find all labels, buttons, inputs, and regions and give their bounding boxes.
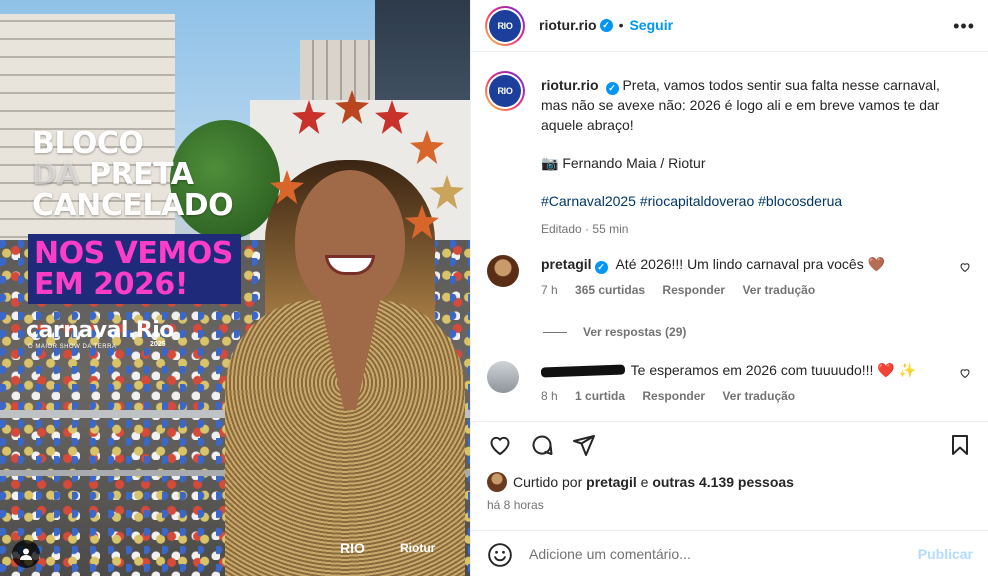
post-timestamp[interactable]: há 8 horas bbox=[487, 498, 544, 512]
verified-badge-icon: ✓ bbox=[594, 261, 608, 274]
caption-username[interactable]: riotur.rio bbox=[541, 77, 599, 93]
heart-icon[interactable] bbox=[487, 432, 513, 458]
post-panel: RIO riotur.rio ✓ • Seguir ••• RIO riotur… bbox=[470, 0, 988, 576]
comment-likes[interactable]: 365 curtidas bbox=[575, 283, 645, 297]
comment-avatar[interactable] bbox=[487, 255, 519, 287]
post-header: RIO riotur.rio ✓ • Seguir ••• bbox=[471, 0, 988, 52]
reply-button[interactable]: Responder bbox=[662, 283, 725, 297]
caption-avatar[interactable]: RIO bbox=[485, 71, 525, 111]
follow-button[interactable]: Seguir bbox=[629, 17, 673, 33]
verified-badge-icon: ✓ bbox=[605, 82, 619, 95]
leaf-crown bbox=[270, 90, 464, 239]
poster-title: BLOCO DA PRETA CANCELADO bbox=[32, 126, 234, 223]
reply-button[interactable]: Responder bbox=[642, 389, 705, 403]
prefeitura-rio-logo: RIO bbox=[340, 540, 365, 556]
comments-scroll[interactable]: RIO riotur.rio ✓ Preta, vamos todos senti… bbox=[471, 53, 988, 421]
liked-by-avatar bbox=[487, 472, 507, 492]
header-avatar[interactable]: RIO bbox=[485, 6, 525, 46]
caption-hashtags[interactable]: #Carnaval2025 #riocapitaldoverao #blocos… bbox=[541, 191, 961, 211]
header-separator: • bbox=[618, 17, 624, 33]
comment-like-icon[interactable] bbox=[959, 261, 971, 276]
carnaval-year: 2025 bbox=[150, 341, 166, 348]
more-horizontal-icon[interactable]: ••• bbox=[953, 16, 975, 37]
publish-button[interactable]: Publicar bbox=[918, 546, 973, 562]
redacted-username bbox=[540, 364, 626, 378]
liked-by-others[interactable]: outras 4.139 pessoas bbox=[652, 474, 794, 490]
liked-by[interactable]: Curtido por pretagil e outras 4.139 pess… bbox=[487, 472, 794, 492]
caption-text: Preta, vamos todos sentir sua falta ness… bbox=[541, 77, 940, 133]
send-icon[interactable] bbox=[571, 432, 597, 458]
action-bar bbox=[471, 421, 988, 467]
comment-like-icon[interactable] bbox=[959, 367, 971, 382]
comment-text: Até 2026!!! Um lindo carnaval pra vocês … bbox=[615, 256, 886, 272]
translate-button[interactable]: Ver tradução bbox=[722, 389, 795, 403]
comment-icon[interactable] bbox=[529, 432, 555, 458]
comment-meta: 7 h 365 curtidas Responder Ver tradução bbox=[541, 283, 816, 297]
caption-meta: Editado · 55 min bbox=[541, 222, 629, 236]
comment-username[interactable]: pretagil bbox=[541, 256, 592, 272]
carnaval-rio-logo: carnaval.Rio bbox=[26, 318, 174, 343]
photo-credit: 📷 Fernando Maia / Riotur bbox=[541, 155, 706, 171]
view-replies-button[interactable]: Ver respostas (29) bbox=[543, 325, 686, 339]
header-username[interactable]: riotur.rio bbox=[539, 17, 597, 33]
emoji-icon[interactable] bbox=[487, 542, 513, 568]
bookmark-icon[interactable] bbox=[947, 432, 973, 458]
comment-input[interactable]: Adicione um comentário... bbox=[529, 546, 691, 562]
post-caption: riotur.rio ✓ Preta, vamos todos sentir su… bbox=[541, 75, 961, 239]
carnaval-rio-tagline: O MAIOR SHOW DA TERRA bbox=[28, 344, 117, 350]
camera-icon: 📷 bbox=[541, 155, 559, 171]
comment-likes[interactable]: 1 curtida bbox=[575, 389, 625, 403]
translate-button[interactable]: Ver tradução bbox=[742, 283, 815, 297]
comment-avatar[interactable] bbox=[487, 361, 519, 393]
add-comment-bar: Adicione um comentário... Publicar bbox=[471, 530, 988, 576]
poster-highlight-box: NOS VEMOS EM 2026! bbox=[28, 234, 241, 304]
singer-figure bbox=[225, 90, 465, 576]
tagged-user-icon[interactable] bbox=[12, 540, 40, 568]
post-image[interactable]: BLOCO DA PRETA CANCELADO NOS VEMOS EM 20… bbox=[0, 0, 470, 576]
verified-badge-icon: ✓ bbox=[599, 18, 613, 32]
riotur-logo: Riotur bbox=[400, 541, 436, 555]
comment-meta: 8 h 1 curtida Responder Ver tradução bbox=[541, 389, 796, 403]
comment-text: Te esperamos em 2026 com tuuuudo!!! ❤️ ✨ bbox=[630, 362, 917, 378]
liked-by-user[interactable]: pretagil bbox=[586, 474, 637, 490]
